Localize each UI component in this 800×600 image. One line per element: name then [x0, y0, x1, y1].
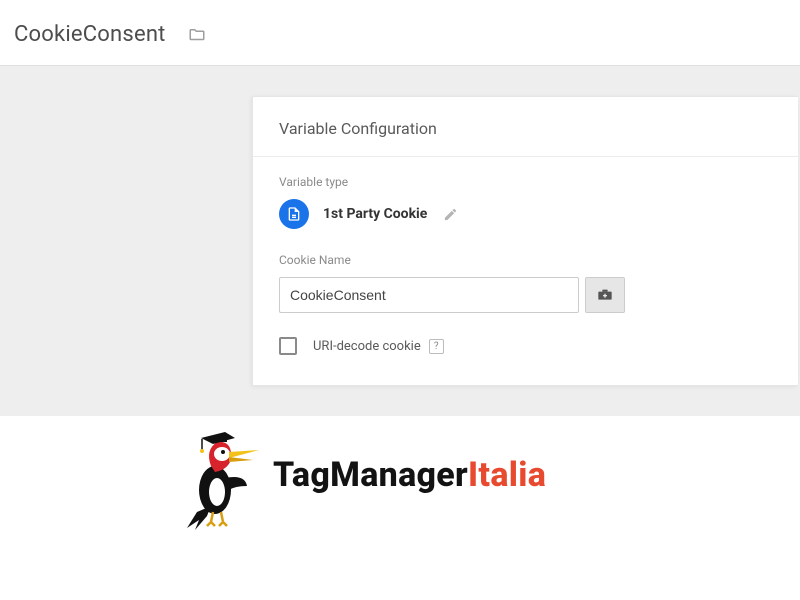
- edit-icon[interactable]: [443, 207, 458, 222]
- workspace-area: Variable Configuration Variable type 1st…: [0, 66, 800, 416]
- uri-decode-label: URI-decode cookie: [313, 339, 421, 354]
- uri-decode-row: URI-decode cookie ?: [279, 337, 772, 355]
- variable-config-panel: Variable Configuration Variable type 1st…: [252, 96, 798, 386]
- brand-logo: TagManagerItalia: [175, 420, 546, 530]
- cookie-name-label: Cookie Name: [279, 253, 772, 267]
- help-icon[interactable]: ?: [429, 339, 444, 354]
- insert-variable-button[interactable]: [585, 277, 625, 313]
- brand-text: TagManagerItalia: [273, 455, 546, 495]
- panel-title: Variable Configuration: [253, 97, 798, 157]
- cookie-type-icon: [279, 199, 309, 229]
- cookie-name-input[interactable]: [279, 277, 579, 313]
- variable-type-name: 1st Party Cookie: [323, 206, 427, 222]
- variable-title[interactable]: CookieConsent: [14, 22, 166, 47]
- woodpecker-icon: [175, 420, 265, 530]
- variable-type-row[interactable]: 1st Party Cookie: [279, 199, 772, 229]
- brand-part2: Italia: [468, 455, 546, 495]
- uri-decode-checkbox[interactable]: [279, 337, 297, 355]
- page-header: CookieConsent: [0, 0, 800, 66]
- brand-part1: TagManager: [273, 455, 468, 495]
- folder-icon[interactable]: [186, 26, 208, 44]
- cookie-name-row: [279, 277, 772, 313]
- variable-type-label: Variable type: [279, 175, 772, 189]
